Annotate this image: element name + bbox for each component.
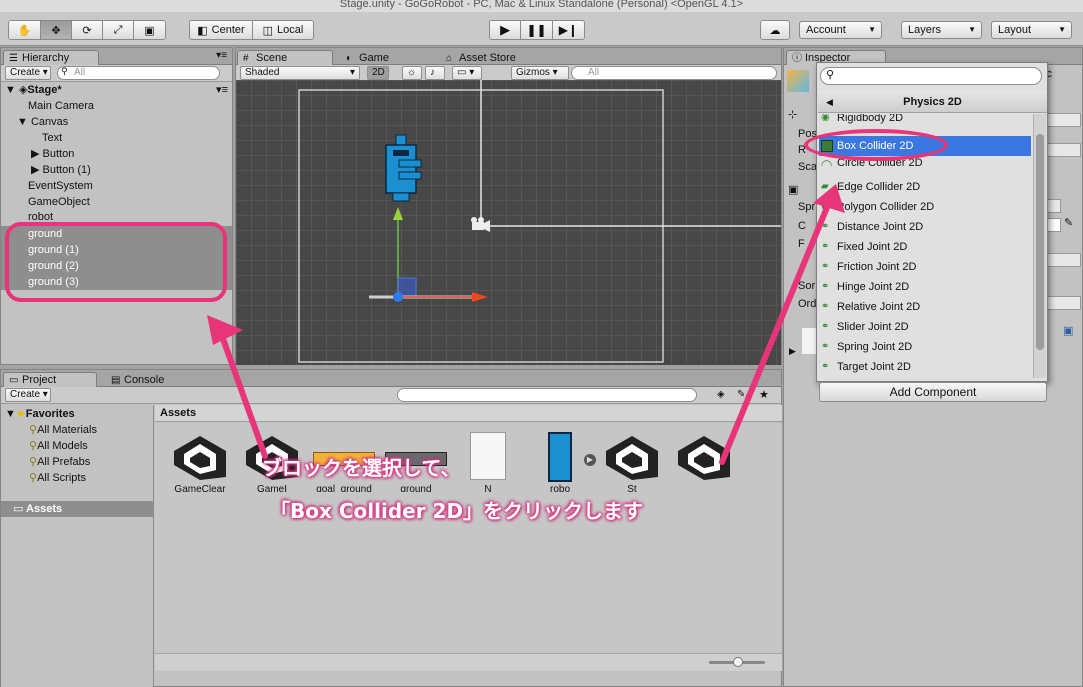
annotation-line-2: 「Box Collider 2D」をクリックします — [270, 499, 644, 523]
annotation-arrows — [207, 184, 845, 465]
arrow-to-hierarchy — [207, 315, 268, 459]
arrow-to-component — [719, 184, 845, 465]
annotation-line-1: ブロックを選択して、 — [262, 456, 461, 480]
